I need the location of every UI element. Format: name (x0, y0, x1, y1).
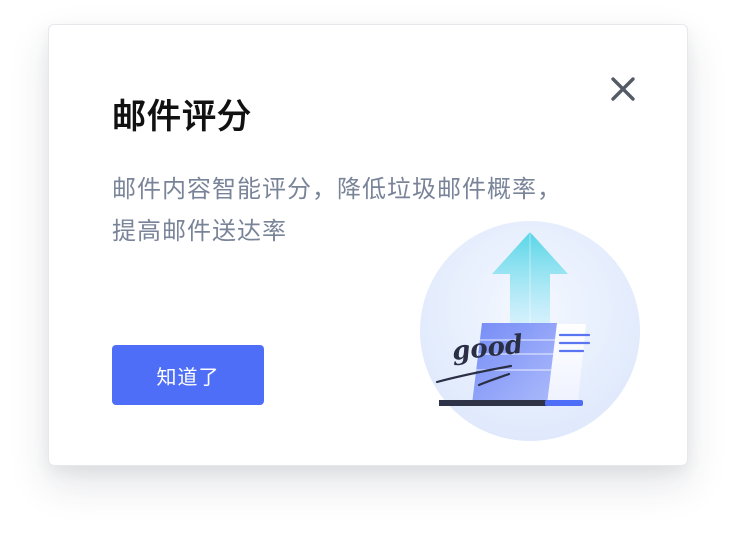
confirm-button[interactable]: 知道了 (112, 345, 264, 405)
base-bar (439, 400, 549, 406)
mail-score-dialog: 邮件评分 邮件内容智能评分，降低垃圾邮件概率， 提高邮件送达率 知道了 good (48, 24, 688, 466)
close-icon (611, 77, 635, 101)
description-line-1: 邮件内容智能评分，降低垃圾邮件概率， (112, 175, 562, 203)
dialog-title: 邮件评分 (112, 97, 252, 137)
mail-score-illustration: good (420, 221, 640, 441)
close-button[interactable] (607, 73, 639, 105)
